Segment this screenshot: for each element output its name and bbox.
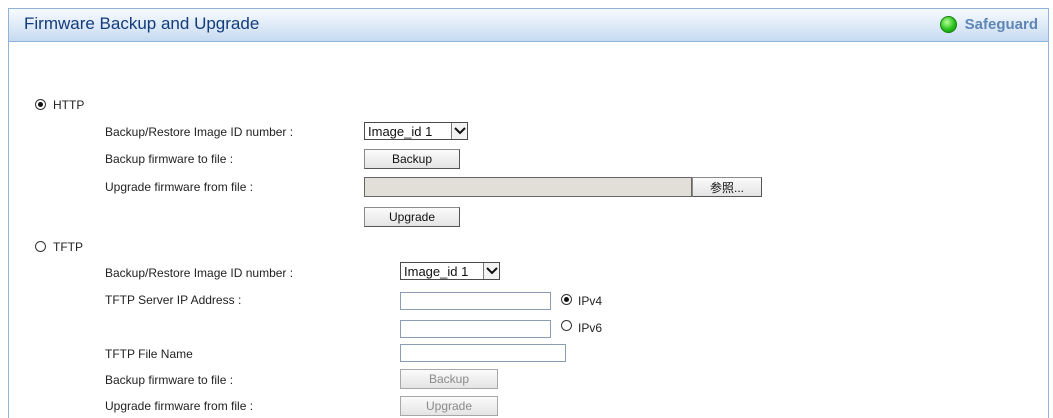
tftp-backup-button[interactable]: Backup xyxy=(400,369,498,389)
tftp-radio-label: TFTP xyxy=(53,240,83,254)
http-backup-button[interactable]: Backup xyxy=(364,149,460,169)
tftp-upgrade-label: Upgrade firmware from file : xyxy=(105,399,254,413)
http-radio-label: HTTP xyxy=(53,98,85,112)
tftp-server-ip-label: TFTP Server IP Address : xyxy=(105,293,242,307)
chevron-down-icon xyxy=(483,263,499,279)
ipv6-radio[interactable] xyxy=(561,320,572,331)
http-upgrade-button[interactable]: Upgrade xyxy=(364,207,460,227)
tftp-ipv4-input[interactable] xyxy=(400,292,551,310)
title-bar: Firmware Backup and Upgrade Safeguard xyxy=(8,8,1049,42)
http-upgrade-label: Upgrade firmware from file : xyxy=(105,180,254,194)
http-image-id-value: Image_id 1 xyxy=(368,123,433,139)
safeguard-label: Safeguard xyxy=(964,16,1038,33)
http-upgrade-file-input[interactable] xyxy=(364,177,692,197)
tftp-image-id-label: Backup/Restore Image ID number : xyxy=(105,266,294,280)
http-radio[interactable] xyxy=(35,99,46,110)
http-image-id-label: Backup/Restore Image ID number : xyxy=(105,125,294,139)
green-led-icon xyxy=(939,16,957,33)
page-title: Firmware Backup and Upgrade xyxy=(24,14,260,33)
http-backup-label: Backup firmware to file : xyxy=(105,152,234,166)
tftp-image-id-select[interactable]: Image_id 1 xyxy=(400,262,500,280)
ipv4-radio[interactable] xyxy=(561,294,572,305)
ipv6-label: IPv6 xyxy=(578,321,603,335)
tftp-ipv6-input[interactable] xyxy=(400,320,551,338)
ipv4-label: IPv4 xyxy=(578,294,603,308)
tftp-file-name-input[interactable] xyxy=(400,344,566,362)
chevron-down-icon xyxy=(451,123,467,139)
http-image-id-select[interactable]: Image_id 1 xyxy=(364,122,468,140)
tftp-upgrade-button[interactable]: Upgrade xyxy=(400,396,498,416)
browse-button[interactable]: 参照... xyxy=(692,177,762,197)
safeguard-indicator: Safeguard xyxy=(939,16,1038,33)
tftp-image-id-value: Image_id 1 xyxy=(404,263,469,279)
tftp-file-name-label: TFTP File Name xyxy=(105,347,193,361)
tftp-radio[interactable] xyxy=(35,241,46,252)
tftp-backup-label: Backup firmware to file : xyxy=(105,373,234,387)
